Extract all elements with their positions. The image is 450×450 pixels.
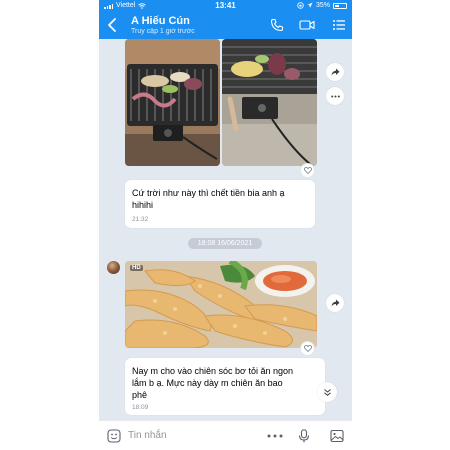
message-input[interactable]: Tin nhắn [128, 430, 167, 441]
message-text: Nay m cho vào chiên sóc bơ tỏi ăn ngon l… [132, 366, 293, 400]
message-bubble[interactable]: Nay m cho vào chiên sóc bơ tỏi ăn ngon l… [125, 358, 325, 415]
chat-screen: Viettel 13:41 35% A Hiếu Cún Truy cập 1 … [99, 0, 352, 450]
phone-icon[interactable] [270, 18, 284, 32]
microphone-icon[interactable] [297, 429, 311, 443]
contact-status: Truy cập 1 giờ trước [131, 28, 195, 35]
message-list[interactable]: Cứ trời như này thì chết tiền bia anh ạ … [99, 39, 352, 420]
battery-percent: 35% [315, 2, 330, 9]
more-icon [330, 95, 340, 97]
grilled-seafood-photo-right[interactable] [222, 39, 317, 166]
battery-icon [333, 2, 347, 9]
status-bar: Viettel 13:41 35% [99, 0, 352, 12]
location-icon [307, 2, 313, 8]
message-bubble[interactable]: Cứ trời như này thì chết tiền bia anh ạ … [125, 180, 315, 228]
message-text: Cứ trời như này thì chết tiền bia anh ạ … [132, 188, 285, 210]
date-separator: 18:08 16/06/2021 [188, 238, 262, 249]
double-chevron-down-icon [323, 388, 331, 396]
grilled-seafood-photo-left[interactable] [125, 39, 220, 166]
heart-icon [303, 167, 312, 174]
share-icon [331, 299, 339, 307]
image-icon[interactable] [330, 429, 344, 443]
back-arrow-icon[interactable] [105, 16, 119, 34]
hd-badge: HD [130, 265, 143, 271]
heart-reaction-button[interactable] [300, 163, 315, 178]
share-button[interactable] [326, 294, 344, 312]
more-options-button[interactable] [326, 87, 344, 105]
sticker-icon[interactable] [107, 429, 121, 443]
contact-name[interactable]: A Hiếu Cún [131, 15, 190, 27]
fried-squid-photo[interactable]: HD [125, 261, 317, 348]
message-time: 21:32 [132, 216, 149, 223]
chat-header: A Hiếu Cún Truy cập 1 giờ trước [99, 12, 352, 39]
orientation-lock-icon [297, 2, 304, 9]
more-dots-icon[interactable] [266, 429, 284, 443]
message-time: 18:09 [132, 404, 149, 411]
heart-icon [303, 345, 312, 352]
share-button[interactable] [326, 63, 344, 81]
video-camera-icon[interactable] [299, 18, 315, 32]
message-composer: Tin nhắn [99, 420, 352, 450]
scroll-to-bottom-button[interactable] [317, 382, 337, 402]
share-icon [331, 68, 339, 76]
list-menu-icon[interactable] [332, 18, 346, 32]
heart-reaction-button[interactable] [300, 341, 315, 356]
avatar[interactable] [107, 261, 120, 274]
